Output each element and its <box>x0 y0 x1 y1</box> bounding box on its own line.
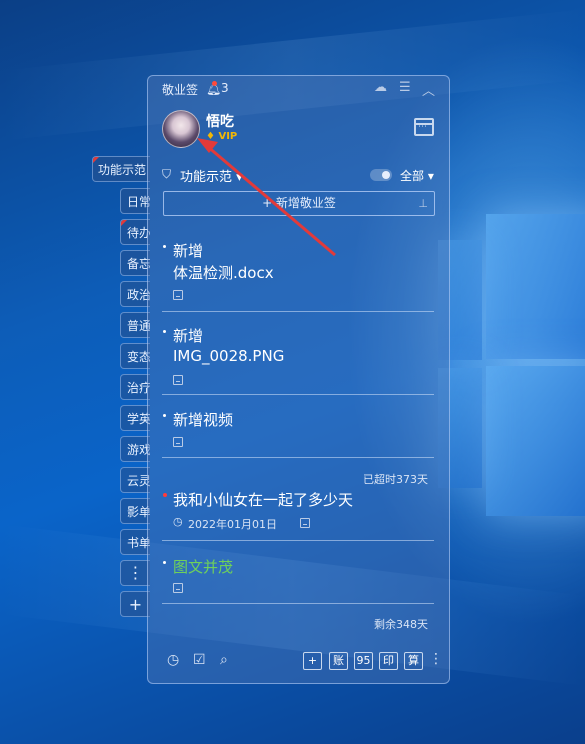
tab-功能示范[interactable]: 功能示范 <box>92 156 150 182</box>
add-note-button[interactable]: + 新增敬业签 ⊥ <box>163 191 435 216</box>
tab-备忘[interactable]: 备忘 <box>120 250 150 276</box>
print-button[interactable]: 印 <box>379 652 398 670</box>
button-95[interactable]: 95 <box>354 652 373 670</box>
tab-书单[interactable]: 书单 <box>120 529 150 555</box>
status-overdue: 已超时373天 <box>363 473 428 486</box>
tab-日常[interactable]: 日常 <box>120 188 150 214</box>
divider <box>162 394 434 395</box>
bullet <box>163 245 166 248</box>
list-item[interactable]: 图文并茂 <box>162 554 434 604</box>
calc-button[interactable]: 算 <box>404 652 423 670</box>
windows-logo-pane <box>486 214 585 359</box>
tab-变态[interactable]: 变态 <box>120 343 150 369</box>
bottom-toolbar: ◷ ☑ ⌕ + 账 95 印 算 ⋮ <box>148 650 449 674</box>
collapse-icon[interactable]: ︿ <box>422 80 435 99</box>
clock-icon[interactable]: ◷ <box>167 652 179 668</box>
reminder-date: 2022年01月01日 <box>188 518 277 531</box>
lock-icon <box>173 437 183 447</box>
menu-icon[interactable]: ☰ <box>399 80 411 95</box>
section-header: ⛉ 功能示范 ▾ 全部 ▾ <box>162 166 437 186</box>
divider <box>162 311 434 312</box>
tab-待办[interactable]: 待办 <box>120 219 150 245</box>
bullet <box>163 414 166 417</box>
windows-logo-pane <box>486 366 585 516</box>
list-item[interactable]: 已超时373天 我和小仙女在一起了多少天 ◷ 2022年01月01日 <box>162 469 434 539</box>
lock-icon <box>173 375 183 385</box>
bullet <box>163 330 166 333</box>
cloud-sync-icon[interactable]: ☁ <box>374 80 387 95</box>
tab-云灵[interactable]: 云灵 <box>120 467 150 493</box>
bullet <box>163 561 166 564</box>
tab-学英[interactable]: 学英 <box>120 405 150 431</box>
status-remaining: 剩余348天 <box>374 618 428 631</box>
list-item[interactable]: 新增 IMG_0028.PNG <box>162 323 434 393</box>
notification-dot <box>212 81 217 86</box>
add-tab-button[interactable]: + <box>120 591 150 617</box>
bookmark-icon: ⛉ <box>162 167 172 181</box>
vip-badge: ♦ VIP <box>206 131 238 142</box>
more-icon[interactable]: ⋮ <box>429 651 443 667</box>
more-tabs-button[interactable]: ⋮ <box>120 560 150 586</box>
search-icon[interactable]: ⌕ <box>220 652 228 668</box>
tab-游戏[interactable]: 游戏 <box>120 436 150 462</box>
add-button[interactable]: + <box>303 652 322 670</box>
lock-icon <box>300 518 310 528</box>
section-title[interactable]: 功能示范 ▾ <box>180 166 243 185</box>
tab-普通[interactable]: 普通 <box>120 312 150 338</box>
account-button[interactable]: 账 <box>329 652 348 670</box>
sticky-note-panel: 敬业签 🔔︎ 3 ☁ ☰ ︿ 悟吃 ♦ VIP ⛉ 功能示范 ▾ 全部 ▾ + … <box>147 75 450 684</box>
title-bar: 敬业签 🔔︎ 3 ☁ ☰ ︿ <box>148 76 449 102</box>
divider <box>162 540 434 541</box>
tab-治疗[interactable]: 治疗 <box>120 374 150 400</box>
calendar-icon[interactable] <box>414 118 434 136</box>
app-title: 敬业签 <box>162 83 199 97</box>
list-item[interactable]: 新增 体温检测.docx <box>162 238 434 308</box>
list-item[interactable]: 新增视频 <box>162 407 434 457</box>
avatar[interactable] <box>162 110 200 148</box>
checkbox-icon[interactable]: ☑ <box>193 652 206 668</box>
divider <box>162 457 434 458</box>
tab-政治[interactable]: 政治 <box>120 281 150 307</box>
toggle-switch[interactable] <box>370 169 392 181</box>
tab-影单[interactable]: 影单 <box>120 498 150 524</box>
list-item[interactable]: 剩余348天 <box>162 614 434 644</box>
lock-icon <box>173 290 183 300</box>
clock-icon: ◷ <box>173 515 183 528</box>
pin-icon: ⊥ <box>418 197 428 210</box>
lock-icon <box>173 583 183 593</box>
username: 悟吃 <box>206 114 234 130</box>
divider <box>162 603 434 604</box>
filter-dropdown[interactable]: 全部 ▾ <box>400 167 434 184</box>
bullet <box>163 493 167 497</box>
notification-count: 3 <box>221 81 229 95</box>
